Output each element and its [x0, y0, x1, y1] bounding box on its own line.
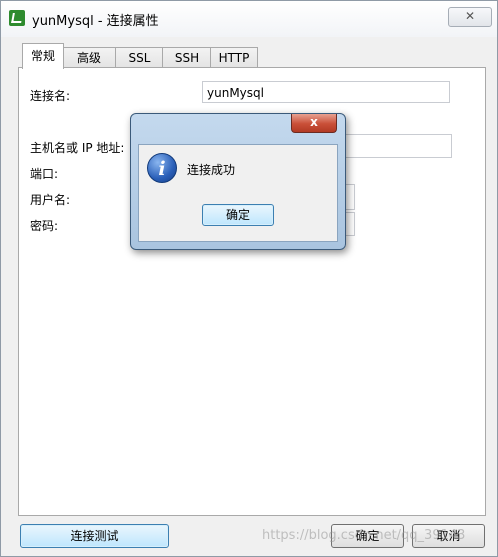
connection-properties-window: yunMysql - 连接属性 ✕ 常规 高级 SSL SSH HTTP 连接名… [0, 0, 498, 557]
port-label: 端口: [30, 167, 59, 181]
username-label: 用户名: [30, 193, 71, 207]
window-title: yunMysql - 连接属性 [32, 14, 159, 29]
tab-general[interactable]: 常规 [22, 43, 64, 69]
dialog-close-button[interactable]: x [291, 114, 337, 133]
password-label: 密码: [30, 219, 59, 233]
test-connection-button[interactable]: 连接测试 [20, 524, 169, 548]
dialog-message: 连接成功 [187, 163, 236, 177]
tab-advanced[interactable]: 高级 [62, 47, 116, 68]
tab-ssl[interactable]: SSL [115, 47, 164, 68]
dialog-body: i 连接成功 确定 [138, 144, 338, 242]
tab-ssh[interactable]: SSH [162, 47, 212, 68]
success-dialog: x i 连接成功 确定 [130, 113, 346, 250]
tab-http[interactable]: HTTP [210, 47, 258, 68]
close-icon: ✕ [464, 9, 476, 23]
info-icon: i [147, 153, 177, 183]
watermark: https://blog.csdn.net/qq_39143 [262, 528, 466, 543]
dialog-ok-button[interactable]: 确定 [202, 204, 274, 226]
close-icon: x [310, 115, 318, 129]
title-bar: yunMysql - 连接属性 ✕ [1, 1, 497, 37]
window-close-button[interactable]: ✕ [448, 7, 492, 27]
app-icon [9, 10, 25, 26]
connection-name-input[interactable]: yunMysql [202, 81, 450, 103]
host-label: 主机名或 IP 地址: [30, 141, 125, 155]
connection-name-label: 连接名: [30, 89, 71, 103]
